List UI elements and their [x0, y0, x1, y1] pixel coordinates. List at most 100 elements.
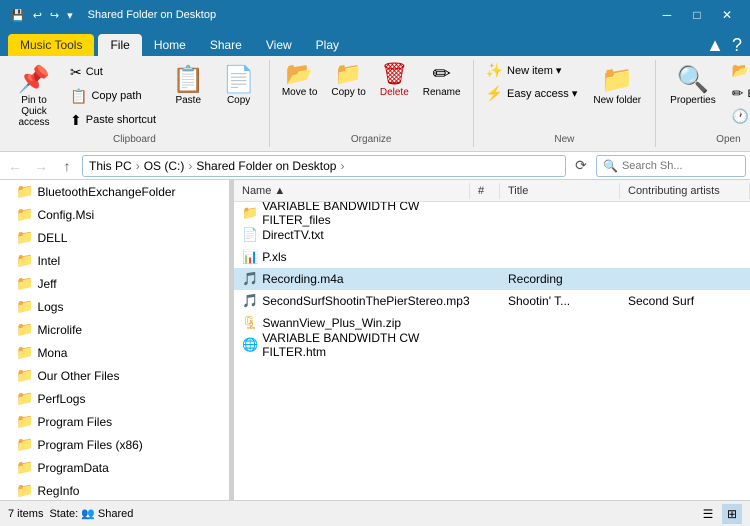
easy-access-btn[interactable]: ⚡ Easy access ▾	[480, 83, 584, 104]
folder-icon-logs: 📁	[16, 298, 33, 315]
folder-item-programdata[interactable]: 📁 ProgramData	[0, 456, 229, 479]
file-artist-vbcwf-htm	[620, 343, 750, 347]
delete-btn[interactable]: 🗑 Delete	[374, 60, 415, 102]
back-btn[interactable]: ←	[4, 155, 26, 177]
open-label: Open	[662, 132, 750, 147]
title-bar-controls: ─ □ ✕	[652, 0, 742, 30]
tab-music-tools[interactable]: Music Tools	[8, 34, 94, 56]
file-hash-vbcwf	[470, 211, 500, 215]
file-item-vbcwf-htm[interactable]: 🌐 VARIABLE BANDWIDTH CW FILTER.htm	[234, 334, 750, 356]
tab-file[interactable]: File	[98, 34, 141, 56]
list-view-btn[interactable]: ⊞	[722, 504, 742, 524]
history-btn[interactable]: 🕐 History	[726, 106, 750, 127]
search-icon: 🔍	[603, 159, 618, 173]
open-btn[interactable]: 📂 Open ▾	[726, 60, 750, 81]
new-label: New	[480, 132, 650, 147]
ribbon-collapse-btn[interactable]: ▲	[706, 35, 724, 56]
tab-home[interactable]: Home	[142, 34, 198, 56]
copy-btn[interactable]: 📄 Copy	[214, 60, 262, 110]
copy-to-btn[interactable]: 📁 Copy to	[325, 60, 371, 102]
address-bar: ← → ↑ This PC › OS (C:) › Shared Folder …	[0, 152, 750, 180]
undo-qat-btn[interactable]: ↩	[30, 7, 45, 24]
up-btn[interactable]: ↑	[56, 155, 78, 177]
history-icon: 🕐	[732, 108, 749, 125]
close-button[interactable]: ✕	[712, 0, 742, 30]
edit-btn[interactable]: ✏ Edit	[726, 83, 750, 104]
tab-view[interactable]: View	[254, 34, 304, 56]
col-header-name[interactable]: Name ▲	[234, 183, 470, 199]
col-header-hash[interactable]: #	[470, 183, 500, 199]
folder-icon-microlife: 📁	[16, 321, 33, 338]
cut-btn[interactable]: ✂ Cut	[64, 62, 162, 83]
ribbon-group-new: ✨ New item ▾ ⚡ Easy access ▾ 📁 New folde…	[474, 60, 657, 147]
pin-to-quick-btn[interactable]: 📌 Pin to Quick access	[6, 60, 62, 132]
title-bar-title: Shared Folder on Desktop	[88, 9, 216, 21]
file-title-pxls	[500, 255, 620, 259]
file-item-vbcwf-folder[interactable]: 📁 VARIABLE BANDWIDTH CW FILTER_files	[234, 202, 750, 224]
folder-item-jeff[interactable]: 📁 Jeff	[0, 272, 229, 295]
col-header-artist[interactable]: Contributing artists	[620, 183, 750, 199]
file-icon-recording: 🎵	[242, 271, 258, 287]
move-to-btn[interactable]: 📂 Move to	[276, 60, 324, 102]
refresh-btn[interactable]: ⟳	[570, 155, 592, 177]
path-os-c[interactable]: OS (C:)	[144, 159, 185, 173]
folder-item-intel[interactable]: 📁 Intel	[0, 249, 229, 272]
folder-item-dell[interactable]: 📁 DELL	[0, 226, 229, 249]
paste-shortcut-icon: ⬆	[70, 112, 82, 129]
paste-btn[interactable]: 📋 Paste	[164, 60, 212, 110]
properties-btn[interactable]: 🔍 Properties	[662, 60, 724, 110]
folder-item-program-files[interactable]: 📁 Program Files	[0, 410, 229, 433]
file-title-vbcwf	[500, 211, 620, 215]
minimize-button[interactable]: ─	[652, 0, 682, 30]
copy-path-btn[interactable]: 📋 Copy path	[64, 86, 162, 107]
new-folder-btn[interactable]: 📁 New folder	[585, 60, 649, 110]
folder-item-microlife[interactable]: 📁 Microlife	[0, 318, 229, 341]
folder-item-our-other-files[interactable]: 📁 Our Other Files	[0, 364, 229, 387]
path-shared-folder[interactable]: Shared Folder on Desktop	[196, 159, 336, 173]
organize-content: 📂 Move to 📁 Copy to 🗑 Delete ✏ Rename	[276, 60, 467, 132]
path-sep-1: ›	[136, 159, 140, 173]
help-btn[interactable]: ?	[732, 35, 742, 56]
file-artist-directtv	[620, 233, 750, 237]
file-list-content: 📁 VARIABLE BANDWIDTH CW FILTER_files 📄 D…	[234, 202, 750, 500]
new-item-btn[interactable]: ✨ New item ▾	[480, 60, 584, 81]
ribbon-group-clipboard: 📌 Pin to Quick access ✂ Cut 📋 Copy path …	[0, 60, 270, 147]
address-path[interactable]: This PC › OS (C:) › Shared Folder on Des…	[82, 155, 566, 177]
dropdown-qat-btn[interactable]: ▾	[64, 7, 76, 24]
folder-item-bluetooth[interactable]: 📁 BluetoothExchangeFolder	[0, 180, 229, 203]
folder-item-logs[interactable]: 📁 Logs	[0, 295, 229, 318]
ribbon-group-organize: 📂 Move to 📁 Copy to 🗑 Delete ✏ Rename Or…	[270, 60, 474, 147]
path-this-pc[interactable]: This PC	[89, 159, 132, 173]
maximize-button[interactable]: □	[682, 0, 712, 30]
file-item-recording[interactable]: 🎵 Recording.m4a Recording	[234, 268, 750, 290]
folder-item-program-files-x86[interactable]: 📁 Program Files (x86)	[0, 433, 229, 456]
folder-item-config[interactable]: 📁 Config.Msi	[0, 203, 229, 226]
search-input[interactable]	[622, 160, 732, 172]
file-item-directtv[interactable]: 📄 DirectTV.txt	[234, 224, 750, 246]
folder-icon-dell: 📁	[16, 229, 33, 246]
clipboard-small-group: ✂ Cut 📋 Copy path ⬆ Paste shortcut	[64, 60, 162, 132]
details-view-btn[interactable]: ☰	[698, 504, 718, 524]
rename-icon: ✏	[432, 63, 450, 85]
file-item-pxls[interactable]: 📊 P.xls	[234, 246, 750, 268]
col-header-title[interactable]: Title	[500, 183, 620, 199]
save-qat-btn[interactable]: 💾	[8, 7, 28, 24]
forward-btn[interactable]: →	[30, 155, 52, 177]
path-sep-3: ›	[340, 159, 344, 173]
open-icon: 📂	[732, 62, 749, 79]
organize-label: Organize	[276, 132, 467, 147]
file-icon-directtv: 📄	[242, 227, 258, 243]
redo-qat-btn[interactable]: ↪	[47, 7, 62, 24]
folder-item-reginfo[interactable]: 📁 RegInfo	[0, 479, 229, 500]
file-artist-swannview	[620, 321, 750, 325]
folder-item-perflogs[interactable]: 📁 PerfLogs	[0, 387, 229, 410]
file-item-secondsurf[interactable]: 🎵 SecondSurfShootinThePierStereo.mp3 Sho…	[234, 290, 750, 312]
tab-share[interactable]: Share	[198, 34, 254, 56]
state-icon: 👥	[81, 507, 95, 520]
tab-play[interactable]: Play	[304, 34, 351, 56]
paste-shortcut-btn[interactable]: ⬆ Paste shortcut	[64, 110, 162, 131]
folder-icon-mona: 📁	[16, 344, 33, 361]
search-box[interactable]: 🔍	[596, 155, 746, 177]
rename-btn[interactable]: ✏ Rename	[417, 60, 467, 102]
folder-item-mona[interactable]: 📁 Mona	[0, 341, 229, 364]
